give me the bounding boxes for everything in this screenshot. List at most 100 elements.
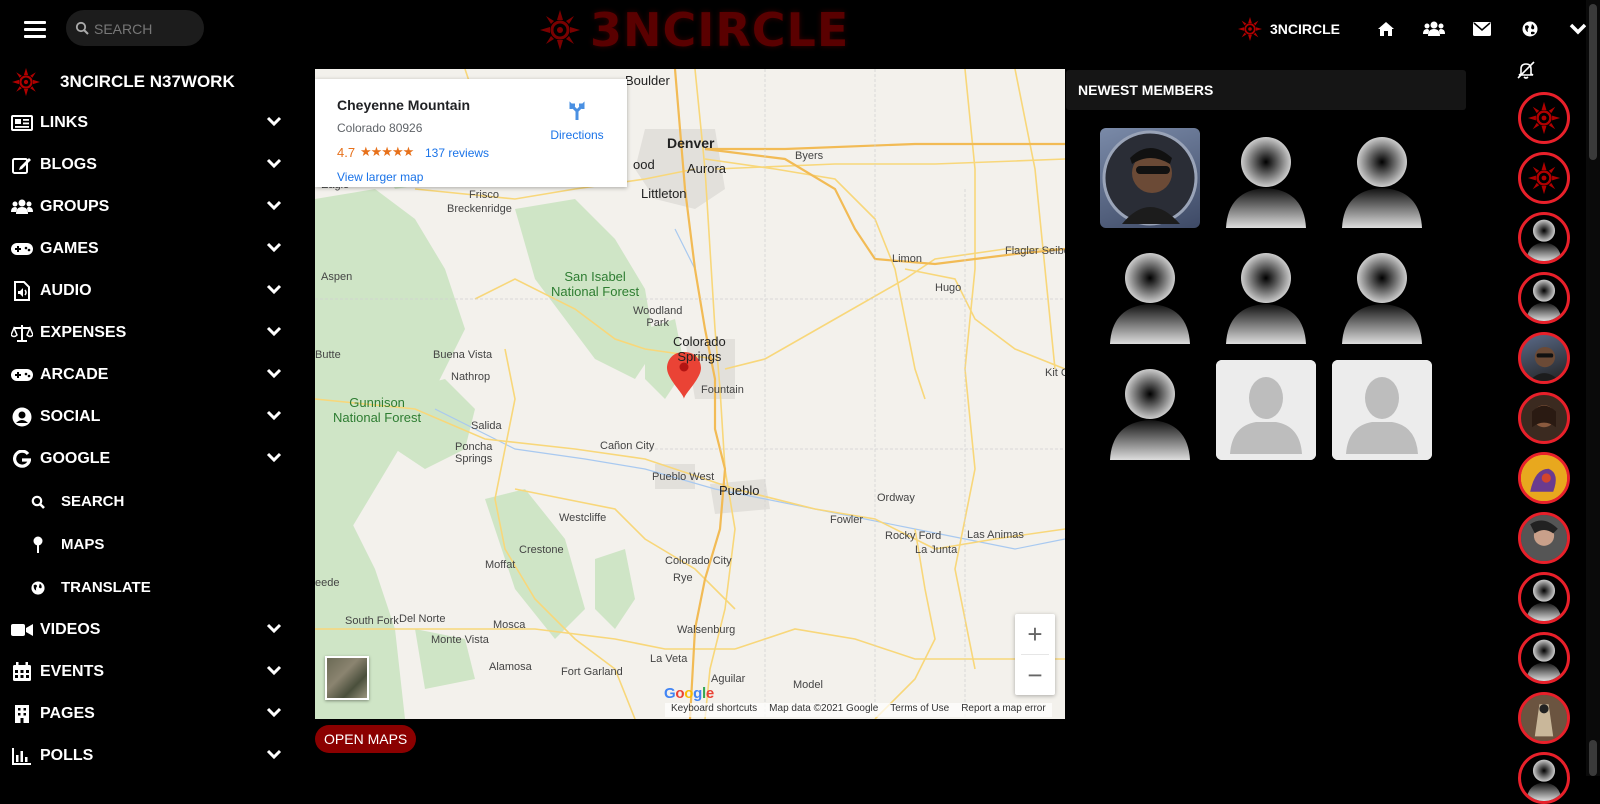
- member-avatar[interactable]: [1216, 128, 1316, 228]
- member-avatar[interactable]: [1216, 360, 1316, 460]
- member-avatar[interactable]: [1216, 244, 1316, 344]
- sidebar-subitem-maps[interactable]: MAPS: [0, 523, 300, 566]
- chevron-down-icon[interactable]: [266, 200, 282, 212]
- user-avatar[interactable]: [1518, 272, 1570, 324]
- view-larger-map-link[interactable]: View larger map: [337, 170, 423, 184]
- user-avatar[interactable]: [1518, 572, 1570, 624]
- users-icon[interactable]: [1423, 18, 1446, 40]
- default-avatar-icon: [1526, 639, 1562, 681]
- member-photo: [1521, 695, 1567, 741]
- member-photo: [1529, 346, 1560, 381]
- member-avatar[interactable]: [1332, 128, 1432, 228]
- user-avatar[interactable]: [1518, 752, 1570, 804]
- map-label: Woodland Park: [633, 305, 683, 329]
- user-avatar[interactable]: [1518, 632, 1570, 684]
- chevron-down-icon[interactable]: [266, 326, 282, 338]
- home-icon[interactable]: [1375, 18, 1397, 40]
- satellite-toggle[interactable]: [325, 656, 369, 700]
- sidebar-subitem-label: TRANSLATE: [61, 579, 151, 596]
- chevron-down-icon[interactable]: [266, 452, 282, 464]
- chevron-down-icon[interactable]: [266, 707, 282, 719]
- user-avatar[interactable]: [1518, 152, 1570, 204]
- chevron-down-icon[interactable]: [266, 623, 282, 635]
- sidebar-item-groups[interactable]: GROUPS: [0, 186, 300, 228]
- sidebar-item-events[interactable]: EVENTS: [0, 651, 300, 693]
- search-box[interactable]: [66, 10, 204, 46]
- map-label: Cañon City: [600, 440, 655, 452]
- user-avatar[interactable]: [1518, 452, 1570, 504]
- member-avatar[interactable]: [1100, 360, 1200, 460]
- chevron-down-icon[interactable]: [266, 410, 282, 422]
- map-label: La Junta: [915, 544, 958, 556]
- map-footer: Keyboard shortcuts Map data ©2021 Google…: [665, 703, 1052, 717]
- user-avatar[interactable]: [1518, 392, 1570, 444]
- page-scrollbar[interactable]: [1586, 0, 1600, 776]
- member-avatar[interactable]: [1332, 244, 1432, 344]
- hamburger-menu-icon[interactable]: [24, 18, 46, 38]
- notifications-off-icon[interactable]: [1516, 60, 1536, 80]
- sidebar-item-social[interactable]: SOCIAL: [0, 396, 300, 438]
- site-logo[interactable]: 3NCIRCLE: [540, 3, 849, 57]
- directions-button[interactable]: Directions: [547, 99, 607, 142]
- zoom-in-button[interactable]: +: [1015, 614, 1055, 654]
- brand-link[interactable]: 3NCIRCLE: [1238, 17, 1340, 41]
- logo-emblem-icon: [540, 10, 580, 50]
- sidebar-item-videos[interactable]: VIDEOS: [0, 609, 300, 651]
- user-avatar[interactable]: [1518, 332, 1570, 384]
- sidebar-item-label: POLLS: [40, 747, 94, 764]
- map-label: Rocky Ford: [885, 530, 942, 542]
- sidebar-item-google[interactable]: GOOGLE: [0, 438, 300, 480]
- chevron-down-icon[interactable]: [266, 158, 282, 170]
- map-label: Flagler Seibe: [1005, 245, 1065, 257]
- scrollbar-thumb[interactable]: [1589, 4, 1597, 160]
- scrollbar-thumb-secondary[interactable]: [1589, 740, 1597, 776]
- sidebar-item-pages[interactable]: PAGES: [0, 693, 300, 735]
- member-avatar[interactable]: [1100, 128, 1200, 228]
- google-logo: Google: [664, 685, 714, 702]
- user-avatar[interactable]: [1518, 692, 1570, 744]
- rating-stars-icon: ★★★★★: [360, 144, 414, 159]
- map-data-attribution: Map data ©2021 Google: [769, 703, 879, 714]
- sidebar-subitem-label: MAPS: [61, 536, 105, 553]
- chevron-down-icon[interactable]: [266, 116, 282, 128]
- terms-link[interactable]: Terms of Use: [890, 703, 949, 717]
- open-maps-button[interactable]: OPEN MAPS: [315, 725, 417, 753]
- sidebar-item-expenses[interactable]: EXPENSES: [0, 312, 300, 354]
- chevron-down-icon[interactable]: [266, 284, 282, 296]
- sidebar-subitem-search[interactable]: SEARCH: [0, 480, 300, 523]
- user-avatar[interactable]: [1518, 512, 1570, 564]
- chevron-down-icon[interactable]: [266, 749, 282, 761]
- sidebar-subitem-translate[interactable]: TRANSLATE: [0, 566, 300, 609]
- sidebar-brand[interactable]: 3NCIRCLE N37WORK: [0, 62, 300, 102]
- chevron-down-icon[interactable]: [266, 665, 282, 677]
- newspaper-icon: [10, 112, 34, 134]
- chevron-down-icon[interactable]: [266, 368, 282, 380]
- brand-emblem-icon: [1527, 161, 1561, 195]
- user-avatar[interactable]: [1518, 212, 1570, 264]
- member-avatar[interactable]: [1100, 244, 1200, 344]
- brand-emblem-icon: [1527, 101, 1561, 135]
- sidebar-item-blogs[interactable]: BLOGS: [0, 144, 300, 186]
- default-avatar-icon: [1526, 579, 1562, 621]
- google-map-embed[interactable]: Boulder Denver Aurora ood Littleton Fris…: [315, 69, 1065, 719]
- map-label: Walsenburg: [677, 624, 736, 636]
- sidebar-item-arcade[interactable]: ARCADE: [0, 354, 300, 396]
- member-avatar[interactable]: [1332, 360, 1432, 460]
- keyboard-shortcuts-link[interactable]: Keyboard shortcuts: [671, 703, 757, 717]
- map-label: San Isabel National Forest: [551, 269, 640, 299]
- search-input[interactable]: [92, 19, 196, 39]
- map-label: Crestone: [519, 544, 564, 556]
- sidebar-item-audio[interactable]: AUDIO: [0, 270, 300, 312]
- report-error-link[interactable]: Report a map error: [961, 703, 1045, 717]
- globe-icon[interactable]: [1519, 18, 1541, 40]
- map-label: Poncha Springs: [455, 441, 493, 465]
- chevron-down-icon[interactable]: [266, 242, 282, 254]
- sidebar-item-links[interactable]: LINKS: [0, 102, 300, 144]
- mail-icon[interactable]: [1471, 18, 1493, 40]
- zoom-out-button[interactable]: −: [1015, 655, 1055, 695]
- sidebar-item-polls[interactable]: POLLS: [0, 735, 300, 777]
- sidebar-item-label: GOOGLE: [40, 450, 111, 467]
- reviews-link[interactable]: 137 reviews: [425, 146, 489, 160]
- user-avatar[interactable]: [1518, 92, 1570, 144]
- sidebar-item-games[interactable]: GAMES: [0, 228, 300, 270]
